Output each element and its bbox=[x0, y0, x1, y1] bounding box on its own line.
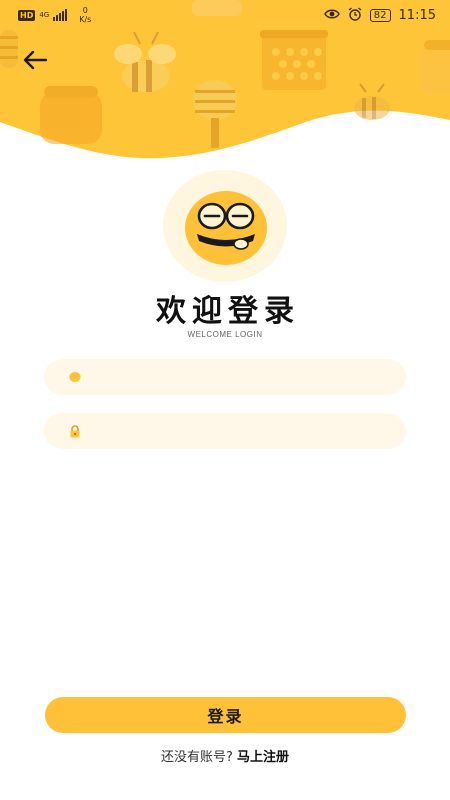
password-field[interactable] bbox=[44, 413, 406, 449]
status-right: 82 11:15 bbox=[323, 6, 436, 24]
register-link[interactable]: 马上注册 bbox=[237, 750, 289, 765]
battery-icon: 82 bbox=[369, 8, 391, 22]
speed-value: 0 bbox=[82, 6, 88, 15]
bee-face-icon bbox=[185, 191, 267, 265]
page-title: 欢迎登录 bbox=[156, 294, 300, 329]
password-input[interactable] bbox=[92, 413, 406, 449]
register-prompt: 还没有账号? bbox=[160, 750, 233, 765]
register-line: 还没有账号? 马上注册 bbox=[0, 746, 450, 765]
username-field[interactable] bbox=[44, 359, 406, 395]
alarm-icon bbox=[348, 6, 362, 24]
network-speed: 0 K/s bbox=[79, 6, 91, 24]
honeycomb-decoration bbox=[260, 30, 328, 90]
username-input[interactable] bbox=[92, 359, 406, 395]
network-type: 4G bbox=[39, 10, 50, 19]
lock-icon bbox=[68, 424, 82, 438]
network-type-label: 4G bbox=[39, 10, 50, 19]
status-bar: HD 4G 0 K/s 82 11:15 bbox=[0, 0, 450, 30]
back-button[interactable] bbox=[20, 46, 50, 74]
status-left: HD 4G 0 K/s bbox=[18, 6, 91, 24]
login-button[interactable]: 登录 bbox=[45, 697, 406, 733]
honey-jar-decoration bbox=[40, 86, 102, 144]
eye-icon bbox=[323, 8, 340, 23]
page-subtitle: WELCOME LOGIN bbox=[187, 330, 263, 339]
user-icon bbox=[68, 370, 82, 384]
arrow-left-icon bbox=[23, 50, 48, 70]
battery-level: 82 bbox=[373, 9, 387, 21]
speed-unit: K/s bbox=[79, 15, 92, 24]
bee-face-logo bbox=[183, 186, 269, 266]
signal-icon bbox=[53, 9, 68, 21]
clock: 11:15 bbox=[398, 7, 436, 23]
hd-badge: HD bbox=[18, 9, 36, 21]
